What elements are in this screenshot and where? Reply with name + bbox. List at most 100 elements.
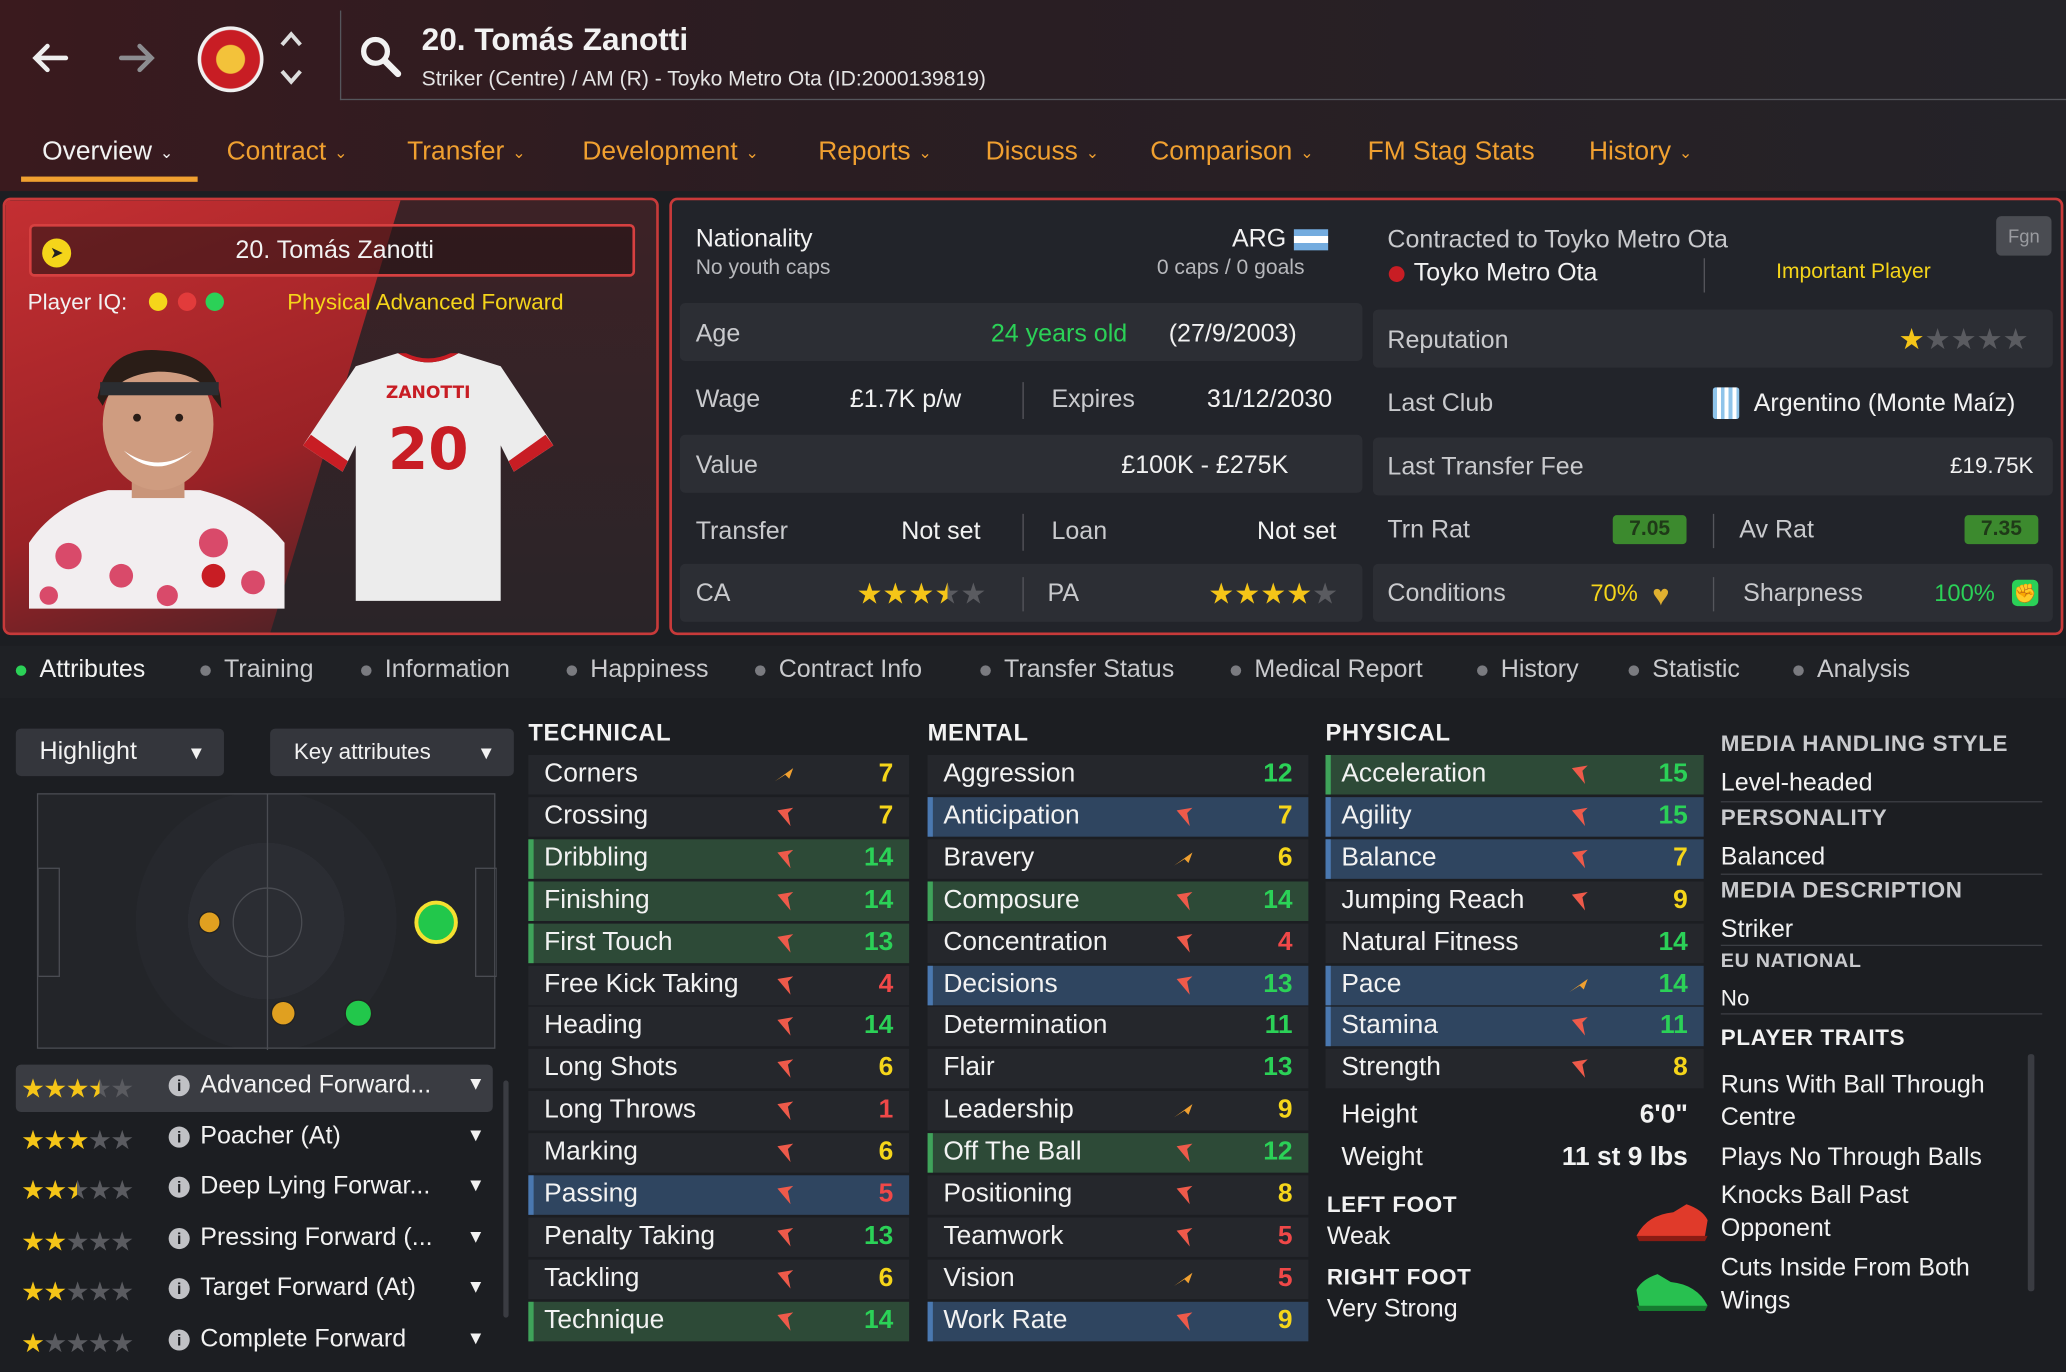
attribute-row[interactable]: Balance 7 (1325, 839, 1704, 879)
subtab-attributes[interactable]: Attributes (15, 656, 145, 685)
role-row[interactable]: ★★★★★ i Pressing Forward (... ▼ (16, 1217, 493, 1264)
attribute-row[interactable]: Technique 14 (528, 1301, 910, 1341)
club-name-link[interactable]: Toyko Metro Ota (1414, 260, 1598, 289)
attribute-row[interactable]: Vision 5 (927, 1259, 1309, 1299)
attribute-row[interactable]: Corners 7 (528, 754, 910, 795)
tab-development[interactable]: Development ⌄ (582, 126, 758, 181)
info-icon[interactable]: i (168, 1126, 190, 1148)
chevron-down-icon[interactable]: ▼ (467, 1327, 485, 1348)
tab-discuss[interactable]: Discuss ⌄ (986, 126, 1099, 181)
attribute-row[interactable]: Work Rate 9 (927, 1301, 1309, 1341)
subtab-medical-report[interactable]: Medical Report (1230, 656, 1423, 685)
highlight-bar (927, 797, 933, 837)
attribute-row[interactable]: Crossing 7 (528, 797, 910, 837)
subtab-analysis[interactable]: Analysis (1793, 656, 1910, 685)
attribute-row[interactable]: Pace 14 (1325, 965, 1704, 1005)
search-icon[interactable] (358, 34, 403, 79)
attribute-row[interactable]: Determination 11 (927, 1007, 1309, 1047)
traits-scrollbar[interactable] (2027, 1054, 2035, 1292)
tab-reports[interactable]: Reports ⌄ (818, 126, 931, 181)
club-crest-icon[interactable] (197, 26, 264, 93)
info-icon[interactable]: i (168, 1278, 190, 1300)
attribute-row[interactable]: Marking 6 (528, 1133, 910, 1173)
highlight-dropdown[interactable]: Highlight ▼ (15, 728, 224, 777)
subtab-information[interactable]: Information (361, 656, 510, 685)
highlight-bar (1325, 754, 1331, 795)
tab-comparison[interactable]: Comparison ⌄ (1150, 126, 1313, 181)
forward-arrow-icon[interactable] (113, 34, 160, 81)
info-icon[interactable]: i (168, 1176, 190, 1198)
attribute-row[interactable]: Passing 5 (528, 1175, 910, 1215)
attribute-row[interactable]: Leadership 9 (927, 1091, 1309, 1131)
subtab-history[interactable]: History (1477, 656, 1579, 685)
attribute-row[interactable]: Bravery 6 (927, 839, 1309, 879)
trait-item: Knocks Ball Past Opponent (1720, 1181, 1909, 1243)
role-row[interactable]: ★★★★★ i Target Forward (At) ▼ (16, 1268, 493, 1315)
right-foot-label: RIGHT FOOT (1326, 1264, 1472, 1290)
attribute-row[interactable]: Concentration 4 (927, 923, 1309, 963)
tab-contract[interactable]: Contract ⌄ (227, 126, 348, 181)
attribute-row[interactable]: Acceleration 15 (1325, 754, 1704, 795)
subtab-statistic[interactable]: Statistic (1628, 656, 1740, 685)
info-icon[interactable]: i (168, 1228, 190, 1250)
attribute-row[interactable]: Anticipation 7 (927, 797, 1309, 837)
attribute-row[interactable]: Decisions 13 (927, 965, 1309, 1005)
subtab-training[interactable]: Training (200, 656, 314, 685)
chevron-down-icon[interactable]: ▼ (467, 1174, 485, 1195)
role-row[interactable]: ★★★★★ i Complete Forward ▼ (16, 1319, 493, 1366)
attribute-row[interactable]: Positioning 8 (927, 1175, 1309, 1215)
nationality-value[interactable]: ARG (1232, 225, 1286, 254)
tab-transfer[interactable]: Transfer ⌄ (407, 126, 525, 181)
chevron-down-icon[interactable]: ▼ (467, 1073, 485, 1094)
attribute-row[interactable]: Heading 14 (528, 1007, 910, 1047)
sharpness-icon: ✊ (2011, 579, 2039, 607)
favourite-icon[interactable]: ➤ (42, 238, 72, 268)
attribute-row[interactable]: Composure 14 (927, 881, 1309, 921)
attribute-row[interactable]: Long Shots 6 (528, 1049, 910, 1089)
attribute-row[interactable]: Natural Fitness 14 (1325, 923, 1704, 963)
chevron-down-icon[interactable]: ▼ (467, 1275, 485, 1296)
tab-history[interactable]: History ⌄ (1589, 126, 1692, 181)
info-icon[interactable]: i (168, 1329, 190, 1351)
tab-fm-stag-stats[interactable]: FM Stag Stats (1368, 126, 1535, 181)
chevron-down-icon[interactable]: ▼ (467, 1124, 485, 1145)
attribute-row[interactable]: Teamwork 5 (927, 1217, 1309, 1257)
attribute-name: Positioning (943, 1179, 1073, 1209)
player-portrait-image (28, 345, 285, 609)
attribute-row[interactable]: Jumping Reach 9 (1325, 881, 1704, 921)
chevron-down-icon: ⌄ (745, 143, 759, 162)
attribute-value: 9 (1277, 1095, 1293, 1125)
attribute-row[interactable]: First Touch 13 (528, 923, 910, 963)
role-row[interactable]: ★★★★★ i Poacher (At) ▼ (16, 1116, 493, 1163)
chevron-down-icon[interactable]: ▼ (467, 1225, 485, 1246)
last-club-value[interactable]: Argentino (Monte Maíz) (1754, 390, 2016, 419)
roles-scrollbar[interactable] (503, 1080, 509, 1318)
attribute-row[interactable]: Aggression 12 (927, 754, 1309, 795)
player-up-down-icon[interactable] (277, 24, 306, 93)
attribute-row[interactable]: Penalty Taking 13 (528, 1217, 910, 1257)
attribute-row[interactable]: Off The Ball 12 (927, 1133, 1309, 1173)
fgn-button[interactable]: Fgn (1996, 216, 2052, 256)
info-icon[interactable]: i (168, 1075, 190, 1097)
subtab-contract-info[interactable]: Contract Info (754, 656, 922, 685)
attribute-row[interactable]: Stamina 11 (1325, 1007, 1704, 1047)
attribute-row[interactable]: Free Kick Taking 4 (528, 965, 910, 1005)
attribute-value: 12 (1263, 1137, 1293, 1167)
attribute-row[interactable]: Long Throws 1 (528, 1091, 910, 1131)
back-arrow-icon[interactable] (26, 34, 73, 81)
attribute-row[interactable]: Dribbling 14 (528, 839, 910, 879)
attribute-row[interactable]: Agility 15 (1325, 797, 1704, 837)
attribute-row[interactable]: Strength 8 (1325, 1049, 1704, 1089)
role-row[interactable]: ★★★★★ i Deep Lying Forwar... ▼ (16, 1166, 493, 1213)
player-name-box[interactable]: 20. Tomás Zanotti (28, 223, 636, 277)
attribute-row[interactable]: Finishing 14 (528, 881, 910, 921)
attribute-row[interactable]: Flair 13 (927, 1049, 1309, 1089)
role-stars: ★★★★★ (21, 1329, 134, 1359)
subtab-happiness[interactable]: Happiness (566, 656, 709, 685)
attribute-row[interactable]: Tackling 6 (528, 1259, 910, 1299)
role-row[interactable]: ★★★★★ i Advanced Forward... ▼ (15, 1064, 493, 1113)
attribute-name: Long Shots (544, 1053, 678, 1083)
key-attributes-dropdown[interactable]: Key attributes ▼ (270, 728, 514, 777)
tab-overview[interactable]: Overview ⌄ (42, 126, 173, 181)
subtab-transfer-status[interactable]: Transfer Status (980, 656, 1174, 685)
